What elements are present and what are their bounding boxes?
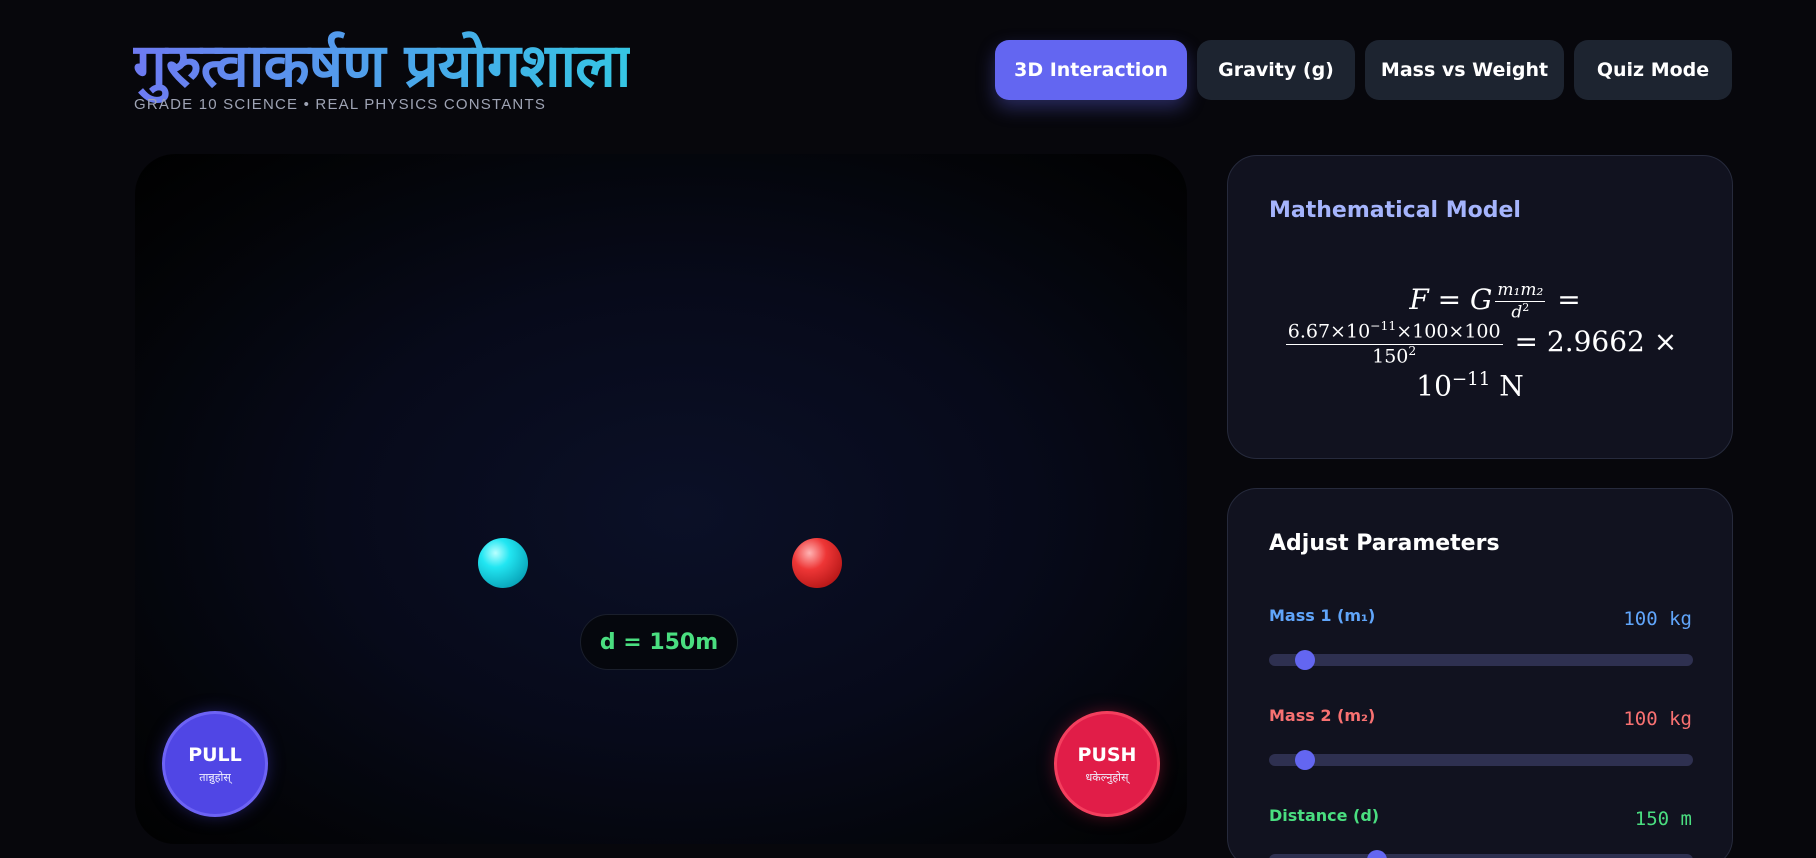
adjust-parameters-panel: Adjust Parameters Mass 1 (m₁) 100 kg Mas… [1227, 488, 1733, 858]
mass-1-slider[interactable] [1269, 650, 1693, 670]
formula-denominator-value: 150 [1372, 345, 1409, 368]
mass-2-label: Mass 2 (m₂) [1269, 706, 1376, 725]
mass-2-slider[interactable] [1269, 750, 1693, 770]
mass-1-sphere[interactable] [478, 538, 528, 588]
simulation-canvas[interactable]: d = 150m PULL तान्नुहोस् PUSH धकेल्नुहोस… [135, 154, 1187, 844]
distance-slider[interactable] [1269, 850, 1693, 858]
distance-value: 150 m [1634, 808, 1692, 830]
formula-result-value: 2.9662 [1546, 325, 1645, 359]
tab-3d-interaction[interactable]: 3D Interaction [995, 40, 1187, 100]
tab-gravity[interactable]: Gravity (g) [1197, 40, 1355, 100]
formula-line-1: F = Gm₁m₂ d2 = [1409, 279, 1581, 323]
formula-numerator-exponent: −11 [1370, 319, 1397, 333]
mode-tabs: 3D Interaction Gravity (g) Mass vs Weigh… [995, 40, 1732, 100]
formula-symbolic-fraction: m₁m₂ d2 [1495, 279, 1546, 322]
tab-mass-vs-weight[interactable]: Mass vs Weight [1365, 40, 1564, 100]
mass-2-value: 100 kg [1623, 708, 1692, 730]
gravity-lab-app: गुरुत्वाकर्षण प्रयोगशाला GRADE 10 SCIENC… [0, 0, 1816, 858]
mass-1-value: 100 kg [1623, 608, 1692, 630]
push-button[interactable]: PUSH धकेल्नुहोस् [1057, 714, 1157, 814]
formula-result-exponent: −11 [1451, 369, 1491, 390]
distance-slider-thumb[interactable] [1367, 850, 1388, 858]
tab-quiz-mode[interactable]: Quiz Mode [1574, 40, 1732, 100]
page-subtitle: GRADE 10 SCIENCE • REAL PHYSICS CONSTANT… [134, 96, 547, 113]
mathematical-model-panel: Mathematical Model F = Gm₁m₂ d2 = 6.67×10… [1227, 155, 1733, 459]
formula-unit: N [1499, 369, 1524, 403]
model-title: Mathematical Model [1269, 198, 1521, 223]
formula-line-2: 6.67×10−11×100×100 1502 = 2.9662 × [1285, 319, 1678, 368]
mass-2-slider-thumb[interactable] [1295, 750, 1316, 770]
formula-force-symbol: F [1409, 283, 1429, 316]
push-button-label: PUSH [1077, 743, 1137, 766]
gravity-formula: F = Gm₁m₂ d2 = 6.67×10−11×100×100 1502 = 2… [1228, 279, 1732, 403]
formula-numerator-masses: ×100×100 [1396, 320, 1501, 343]
mass-1-label: Mass 1 (m₁) [1269, 606, 1376, 625]
distance-indicator: d = 150m [580, 614, 738, 670]
mass-2-sphere[interactable] [792, 538, 842, 588]
mass-1-slider-thumb[interactable] [1295, 650, 1316, 670]
pull-button[interactable]: PULL तान्नुहोस् [165, 714, 265, 814]
formula-denominator-exponent: 2 [1408, 344, 1417, 359]
parameters-title: Adjust Parameters [1269, 531, 1500, 556]
formula-numerator-values: 6.67×10 [1287, 320, 1371, 343]
push-button-sublabel: धकेल्नुहोस् [1085, 770, 1129, 784]
formula-distance-exponent: 2 [1522, 300, 1530, 314]
formula-gravity-constant: G [1470, 283, 1493, 316]
formula-result-base: 10 [1416, 369, 1452, 403]
page-title: गुरुत्वाकर्षण प्रयोगशाला [133, 26, 631, 106]
pull-button-label: PULL [188, 743, 242, 766]
formula-mass-product: m₁m₂ [1495, 279, 1546, 302]
distance-label: Distance (d) [1269, 806, 1380, 825]
pull-button-sublabel: तान्नुहोस् [199, 770, 231, 784]
